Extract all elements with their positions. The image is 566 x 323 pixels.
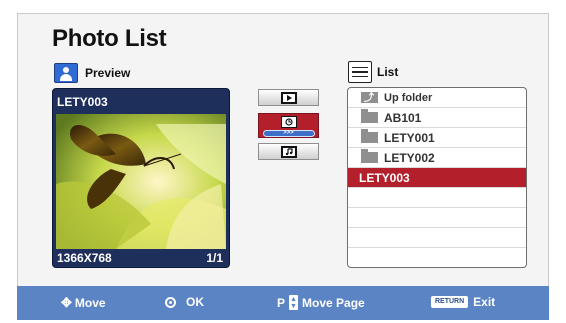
help-exit: RETURN Exit bbox=[431, 295, 495, 309]
folder-icon bbox=[361, 149, 378, 163]
list-item-label: LETY003 bbox=[359, 170, 410, 185]
list-item-empty bbox=[348, 188, 526, 208]
list-item-label: LETY001 bbox=[384, 130, 435, 145]
bottom-help-bar: ✥ Move OK P ▲ ▼ Move Page RETURN Exit bbox=[17, 286, 549, 320]
list-item-ab101[interactable]: AB101 bbox=[348, 108, 526, 128]
list-item-lety003[interactable]: LETY003 bbox=[348, 168, 526, 188]
clock-icon bbox=[280, 116, 297, 128]
help-ok: OK bbox=[165, 295, 204, 309]
help-ok-label: OK bbox=[186, 295, 204, 309]
help-move-page: P ▲ ▼ Move Page bbox=[277, 295, 365, 310]
list-item-empty bbox=[348, 248, 526, 267]
list-header: List bbox=[348, 61, 398, 83]
list-item-empty bbox=[348, 228, 526, 248]
speed-indicator: >>> bbox=[262, 130, 315, 137]
folder-icon bbox=[361, 129, 378, 143]
page-title: Photo List bbox=[52, 25, 167, 52]
channel-updown-icon: ▲ ▼ bbox=[289, 295, 299, 310]
list-item-up-folder[interactable]: Up folder bbox=[348, 88, 526, 108]
help-exit-label: Exit bbox=[473, 295, 496, 309]
preview-header: Preview bbox=[54, 63, 130, 83]
p-key-label: P bbox=[277, 295, 286, 310]
help-move-label: Move bbox=[74, 296, 106, 310]
list-item-label: AB101 bbox=[384, 110, 422, 125]
interval-button[interactable]: >>> bbox=[258, 113, 319, 138]
help-move: ✥ Move bbox=[61, 295, 106, 311]
list-item-label: LETY002 bbox=[384, 150, 435, 165]
preview-page-indicator: 1/1 bbox=[206, 251, 223, 265]
list-item-lety002[interactable]: LETY002 bbox=[348, 148, 526, 168]
preview-thumbnail bbox=[56, 114, 226, 249]
enter-button-icon bbox=[165, 296, 176, 308]
list-item-lety001[interactable]: LETY001 bbox=[348, 128, 526, 148]
file-list: Up folder AB101 LETY001 LETY002 LETY003 bbox=[347, 87, 527, 268]
list-icon bbox=[348, 61, 372, 83]
play-icon bbox=[280, 91, 297, 104]
person-icon bbox=[54, 63, 78, 83]
return-key-icon: RETURN bbox=[431, 296, 469, 308]
list-header-label: List bbox=[377, 65, 399, 79]
folder-icon bbox=[361, 109, 378, 123]
music-note-icon bbox=[280, 145, 297, 158]
dpad-icon: ✥ bbox=[61, 295, 72, 310]
list-item-label: Up folder bbox=[384, 91, 433, 104]
preview-resolution: 1366X768 bbox=[57, 251, 112, 265]
butterfly-photo bbox=[56, 114, 226, 249]
slideshow-button[interactable] bbox=[258, 89, 319, 106]
preview-panel: LETY003 1366X768 1/1 bbox=[52, 88, 230, 268]
list-item-empty bbox=[348, 208, 526, 228]
preview-filename: LETY003 bbox=[57, 95, 108, 109]
preview-header-label: Preview bbox=[85, 66, 131, 80]
music-button[interactable] bbox=[258, 143, 319, 160]
up-folder-icon bbox=[361, 89, 378, 104]
help-move-page-label: Move Page bbox=[302, 295, 365, 310]
